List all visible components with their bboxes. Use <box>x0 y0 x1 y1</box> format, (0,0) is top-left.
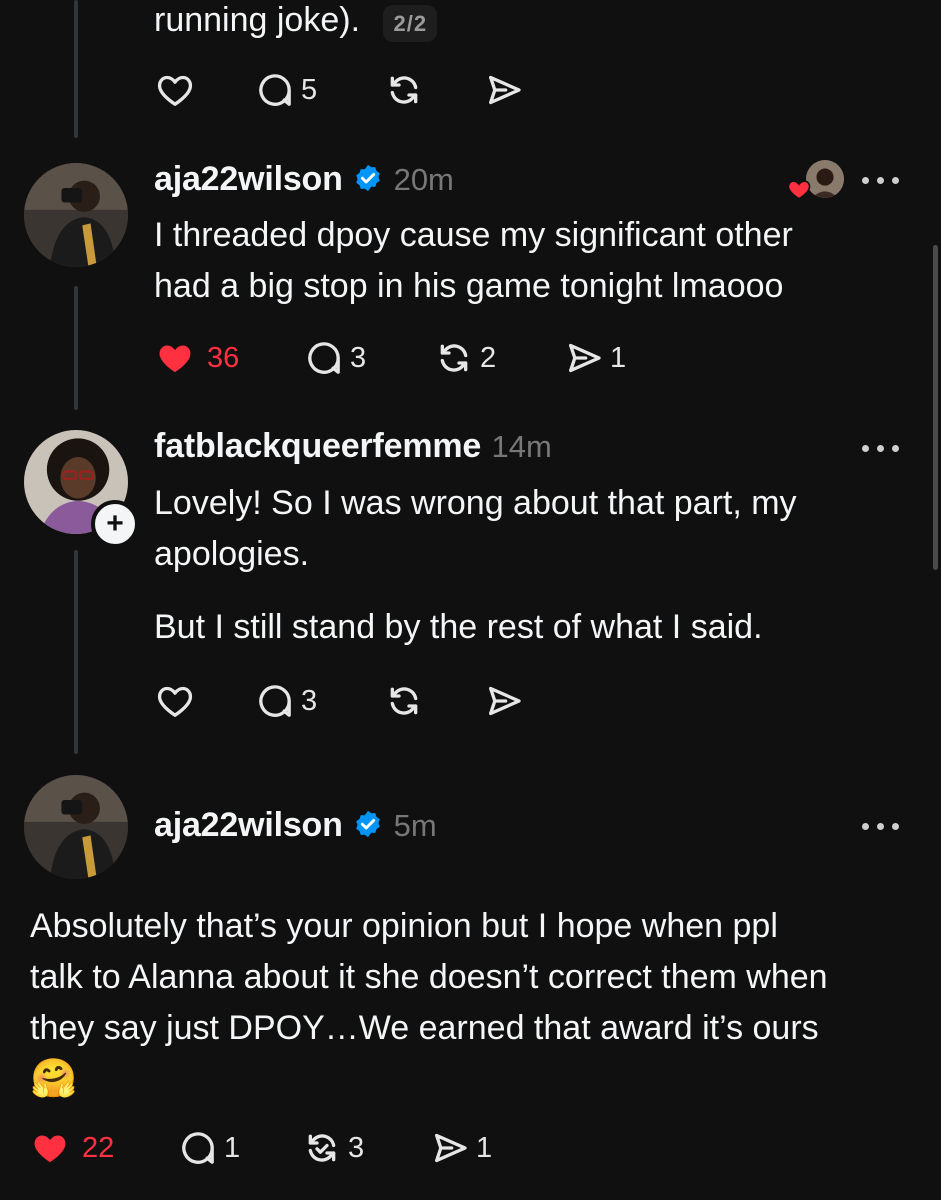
post-text-line: had a big stop in his game tonight lmaoo… <box>154 267 784 305</box>
share-button[interactable]: 1 <box>430 1128 492 1168</box>
reply-count: 1 <box>224 1131 241 1164</box>
share-icon <box>489 686 521 716</box>
repost-icon <box>390 687 418 715</box>
repost-count: 3 <box>348 1131 365 1164</box>
post-text-line: But I still stand by the rest of what I … <box>154 608 763 646</box>
timestamp: 5m <box>393 808 437 843</box>
post-text-line: I threaded dpoy cause my significant oth… <box>154 216 793 254</box>
hugging-face-emoji: 🤗 <box>30 1058 78 1100</box>
reply-icon <box>308 342 340 374</box>
share-icon <box>569 343 601 373</box>
share-icon <box>489 75 521 105</box>
repost-icon <box>440 344 468 372</box>
verified-icon <box>356 810 380 838</box>
share-count: 1 <box>610 341 627 374</box>
username[interactable]: aja22wilson <box>154 160 343 198</box>
post-body: I threaded dpoy cause my significant oth… <box>154 210 793 312</box>
avatar[interactable] <box>24 163 128 267</box>
post-body: Absolutely that’s your opinion but I hop… <box>30 901 828 1105</box>
reply-count: 5 <box>301 73 318 106</box>
repost-button[interactable]: 2 <box>434 338 496 378</box>
reply-icon <box>182 1132 214 1164</box>
heart-icon <box>34 1135 66 1163</box>
thread-page-badge: 2/2 <box>383 5 438 42</box>
repost-button[interactable]: 3 <box>302 1128 364 1168</box>
timestamp: 20m <box>393 162 454 197</box>
like-button[interactable]: 22 <box>30 1128 114 1168</box>
post-text-line: Absolutely that’s your opinion but I hop… <box>30 907 778 945</box>
share-icon <box>435 1133 467 1163</box>
heart-icon <box>787 180 811 200</box>
verified-icon <box>356 164 380 192</box>
like-button[interactable] <box>155 681 195 721</box>
repost-button[interactable] <box>384 70 424 110</box>
reply-button[interactable]: 1 <box>178 1128 240 1168</box>
like-button[interactable]: 36 <box>155 338 239 378</box>
thread-line <box>74 550 78 754</box>
reply-count: 3 <box>350 341 367 374</box>
post-header: aja22wilson 5m <box>154 806 437 845</box>
post-text-line: running joke). <box>154 1 361 39</box>
like-count: 22 <box>82 1131 115 1164</box>
reply-button[interactable]: 3 <box>304 338 366 378</box>
more-options-button[interactable] <box>862 820 902 832</box>
post-text-line: apologies. <box>154 535 310 573</box>
post-header: fatblackqueerfemme 14m <box>154 427 552 466</box>
thread-line <box>74 286 78 410</box>
share-button[interactable]: 1 <box>564 338 626 378</box>
like-button[interactable] <box>155 70 195 110</box>
share-button[interactable] <box>484 70 524 110</box>
heart-icon <box>159 345 191 373</box>
reply-button[interactable]: 5 <box>255 70 317 110</box>
reply-button[interactable]: 3 <box>255 681 317 721</box>
heart-icon <box>157 75 193 106</box>
share-count: 1 <box>476 1131 493 1164</box>
username[interactable]: aja22wilson <box>154 806 343 844</box>
more-options-button[interactable] <box>862 442 902 454</box>
repost-icon <box>390 76 418 104</box>
post-text-line: they say just DPOY…We earned that award … <box>30 1009 819 1047</box>
username[interactable]: fatblackqueerfemme <box>154 427 481 465</box>
share-button[interactable] <box>484 681 524 721</box>
scrollbar[interactable] <box>933 245 938 570</box>
thread-line <box>74 0 78 138</box>
avatar[interactable] <box>24 775 128 879</box>
heart-icon <box>157 686 193 717</box>
avatar-photo <box>24 775 128 879</box>
reply-icon <box>259 685 291 717</box>
repost-count: 2 <box>480 341 497 374</box>
repost-button[interactable] <box>384 681 424 721</box>
timestamp: 14m <box>491 429 552 464</box>
post-text-line: talk to Alanna about it she doesn’t corr… <box>30 958 828 996</box>
post-text-line: Lovely! So I was wrong about that part, … <box>154 484 797 522</box>
reply-icon <box>259 74 291 106</box>
post-text: running joke). 2/2 <box>154 0 438 49</box>
post-body: Lovely! So I was wrong about that part, … <box>154 478 797 653</box>
repost-icon <box>308 1134 336 1162</box>
reply-count: 3 <box>301 684 318 717</box>
post-header: aja22wilson 20m <box>154 160 454 199</box>
avatar-photo <box>24 163 128 267</box>
more-options-button[interactable] <box>862 174 902 186</box>
follow-button[interactable]: + <box>91 500 139 548</box>
like-count: 36 <box>207 341 240 374</box>
